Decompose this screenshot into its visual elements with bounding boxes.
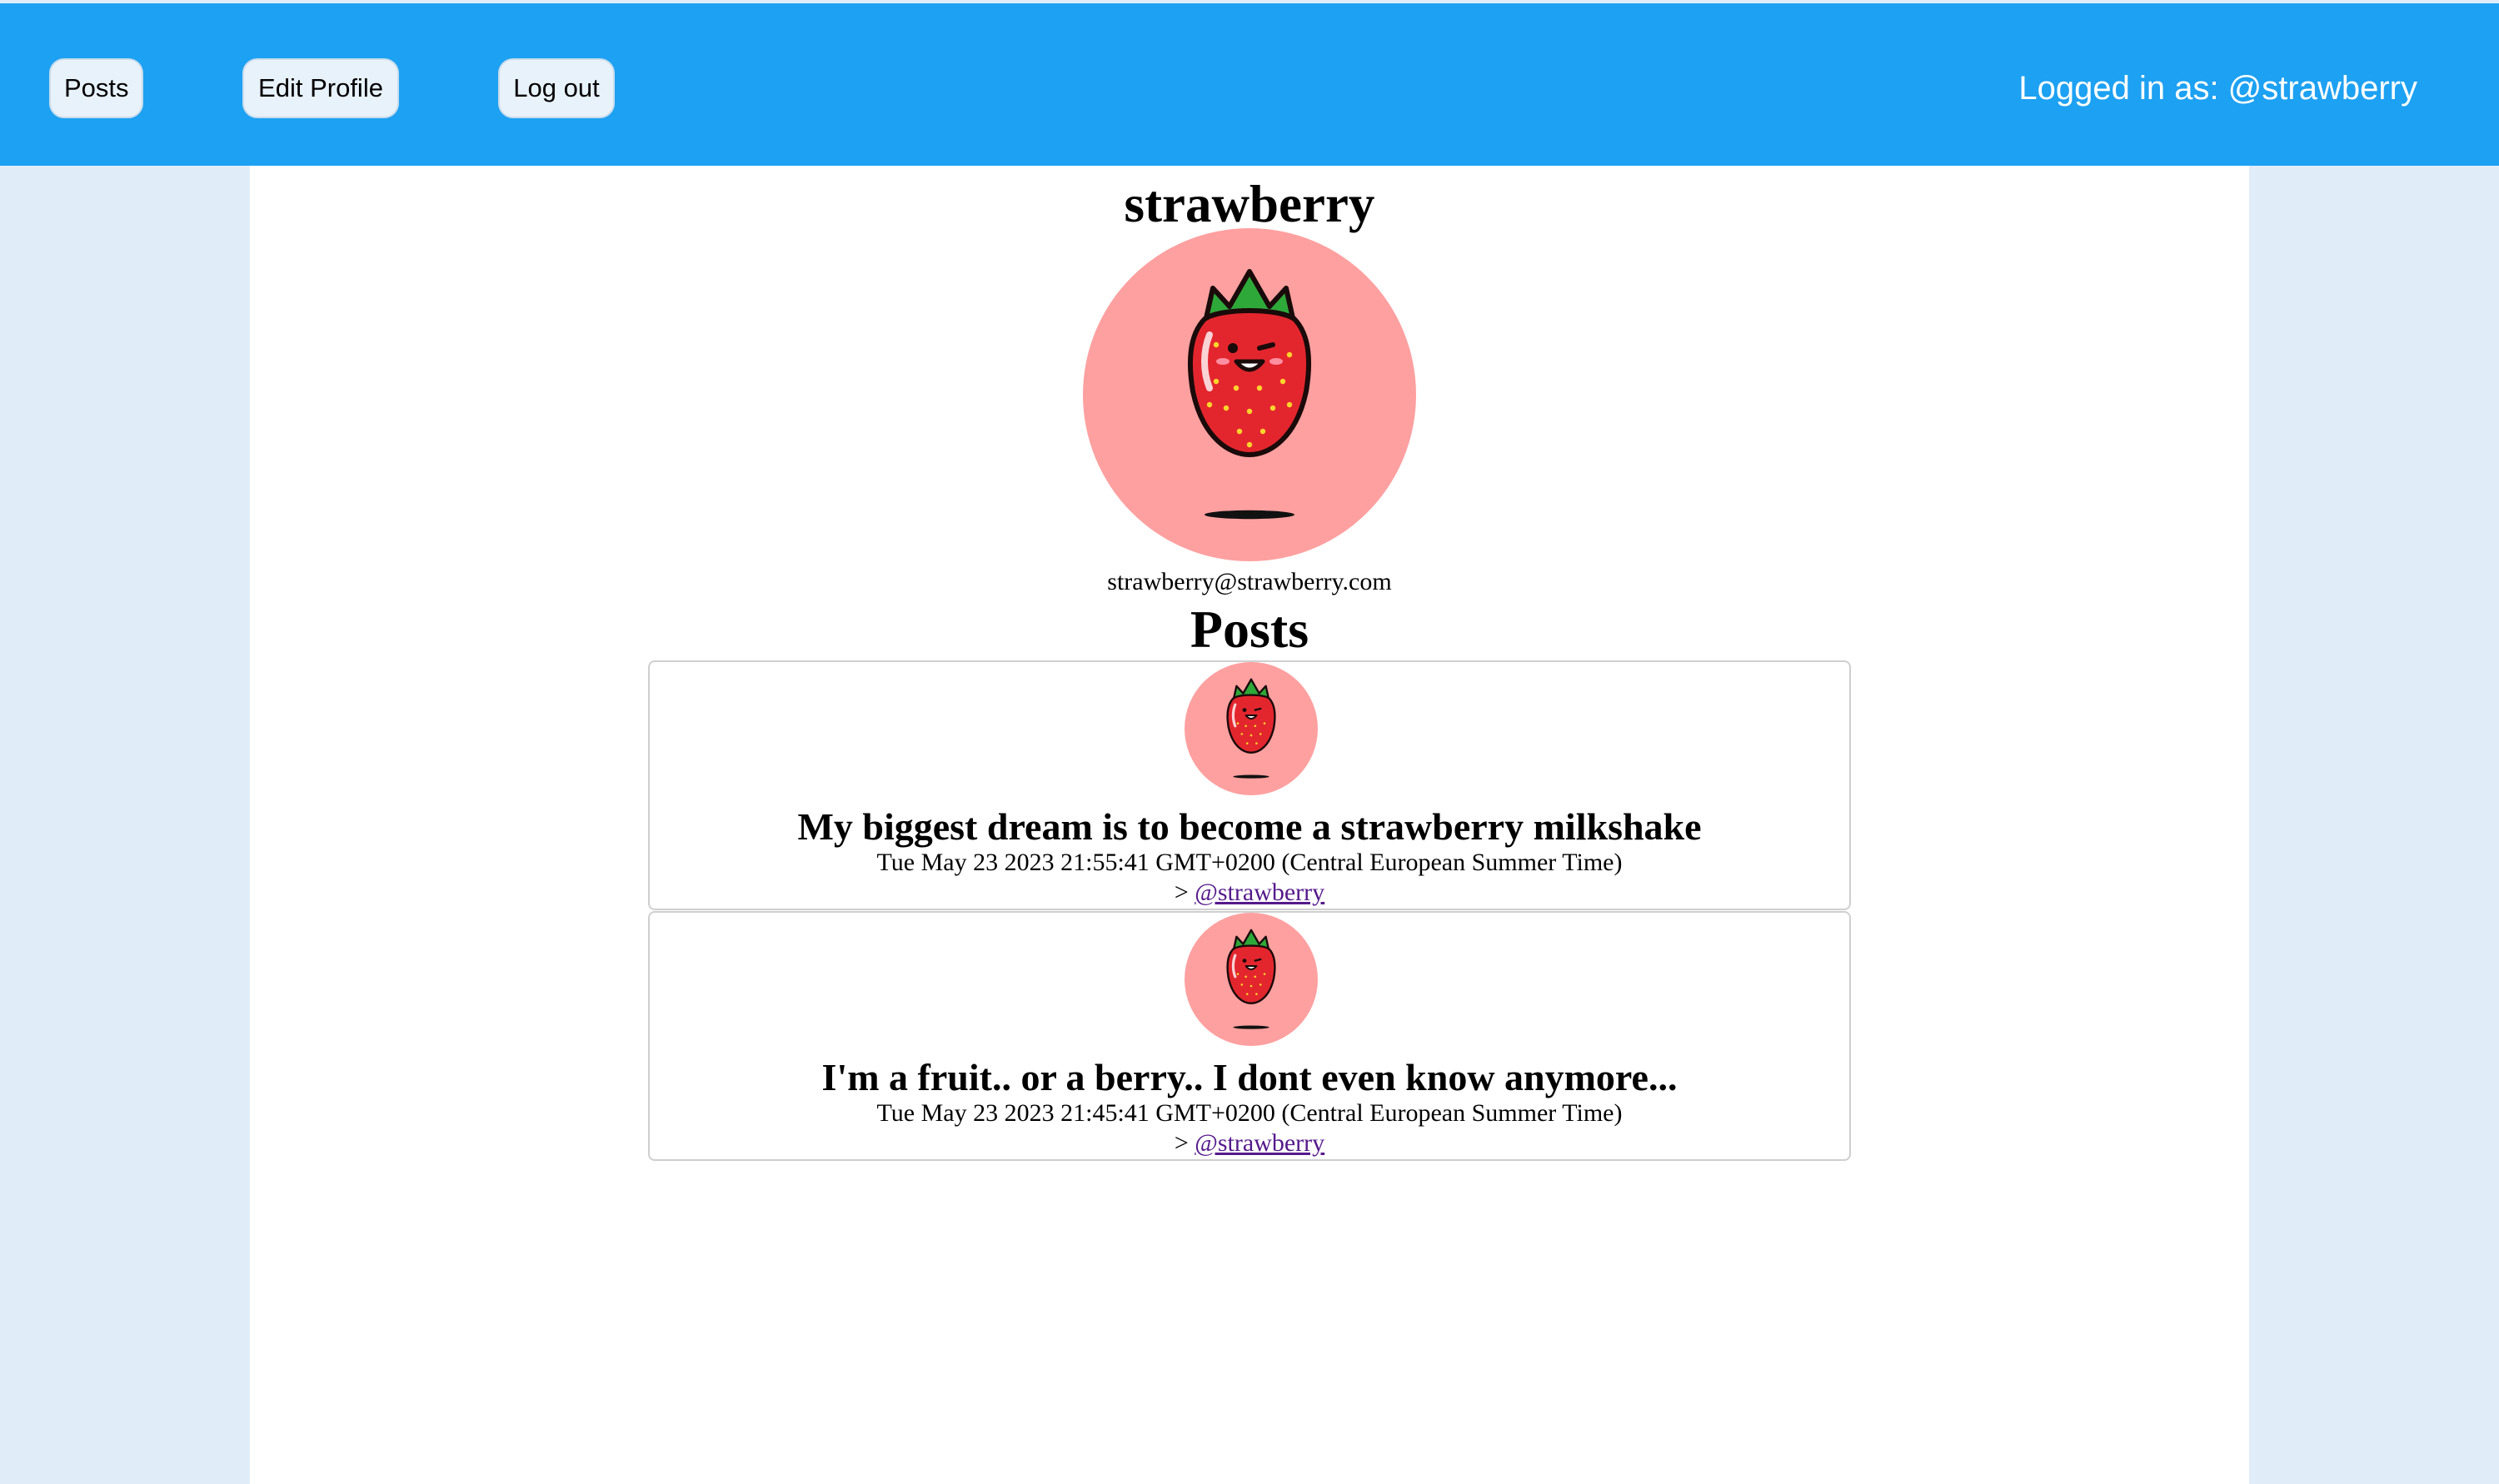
post-timestamp: Tue May 23 2023 21:55:41 GMT+0200 (Centr… — [876, 849, 1623, 876]
post-author-prefix: > — [1174, 1129, 1189, 1157]
posts-button[interactable]: Posts — [49, 58, 143, 118]
strawberry-mascot-icon — [1226, 929, 1276, 1029]
post-author-line: > @strawberry — [650, 877, 1849, 909]
profile-name: strawberry — [1124, 175, 1375, 233]
post-card[interactable]: I'm a fruit.. or a berry.. I dont even k… — [648, 911, 1851, 1161]
post-author-avatar — [1185, 662, 1318, 795]
strawberry-mascot-icon — [1188, 269, 1311, 520]
post-author-link[interactable]: @strawberry — [1195, 879, 1324, 906]
posts-heading: Posts — [1190, 600, 1309, 659]
top-nav-bar: Posts Edit Profile Log out Logged in as:… — [0, 3, 2499, 166]
post-author-prefix: > — [1174, 879, 1189, 906]
post-author-link[interactable]: @strawberry — [1195, 1129, 1324, 1157]
logged-in-status: Logged in as: @strawberry — [2018, 70, 2417, 107]
post-title: My biggest dream is to become a strawber… — [797, 805, 1702, 848]
profile-avatar — [1083, 228, 1416, 561]
app-root: Posts Edit Profile Log out Logged in as:… — [0, 0, 2499, 1484]
profile-email: strawberry@strawberry.com — [1107, 568, 1392, 595]
post-title: I'm a fruit.. or a berry.. I dont even k… — [821, 1056, 1678, 1098]
strawberry-mascot-icon — [1226, 678, 1276, 779]
edit-profile-button[interactable]: Edit Profile — [242, 58, 399, 118]
post-card[interactable]: My biggest dream is to become a strawber… — [648, 660, 1851, 910]
post-author-avatar — [1185, 913, 1318, 1046]
profile-page: strawberry strawberry@strawberry.com Pos… — [250, 166, 2249, 1484]
log-out-button[interactable]: Log out — [498, 58, 615, 118]
post-timestamp: Tue May 23 2023 21:45:41 GMT+0200 (Centr… — [876, 1099, 1623, 1127]
post-author-line: > @strawberry — [650, 1128, 1849, 1159]
